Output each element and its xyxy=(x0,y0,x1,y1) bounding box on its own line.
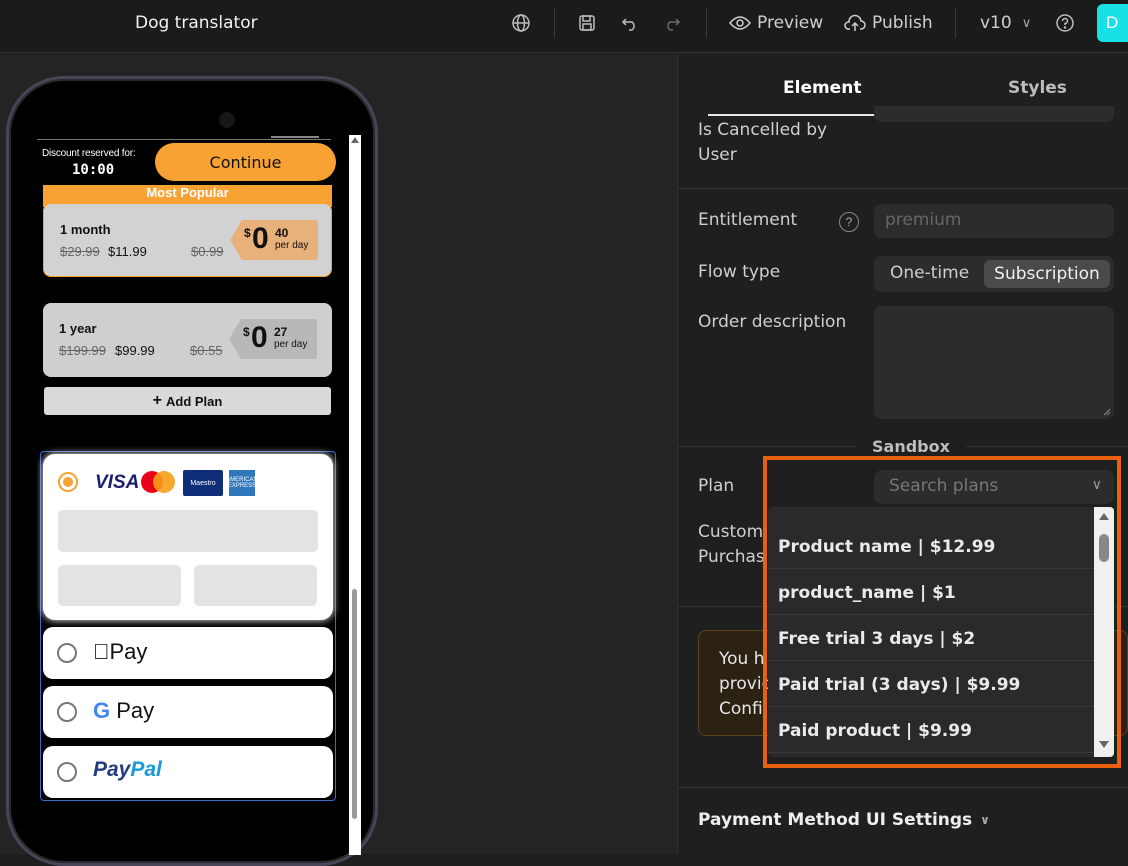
card-expiry-field[interactable] xyxy=(58,565,181,606)
apple-pay-option[interactable]: Pay xyxy=(43,627,333,679)
plan-old-price: $199.99 xyxy=(59,343,106,358)
globe-icon[interactable] xyxy=(510,12,532,34)
card-cvc-field[interactable] xyxy=(194,565,317,606)
continue-button[interactable]: Continue xyxy=(155,143,336,181)
redo-icon[interactable] xyxy=(661,12,683,34)
preview-button[interactable]: Preview xyxy=(729,11,823,35)
resize-handle-icon xyxy=(1103,408,1111,416)
phone-screen: Discount reserved for: 10:00 Continue Mo… xyxy=(37,135,367,855)
apple-icon:  xyxy=(93,639,110,664)
price-whole: 0 xyxy=(252,222,269,255)
price-per-day: per day xyxy=(275,240,309,251)
plan-card-yearly[interactable]: 1 year $199.99 $99.99 $0.55 $ 0 27 per d… xyxy=(43,303,332,377)
sandbox-section-label: Sandbox xyxy=(856,437,966,456)
help-icon[interactable]: ? xyxy=(839,212,859,232)
flow-option-one-time[interactable]: One-time xyxy=(890,263,969,283)
divider xyxy=(678,188,1128,189)
toolbar-divider xyxy=(554,8,555,38)
visa-logo-icon: VISA xyxy=(95,472,140,493)
add-plan-button[interactable]: + Add Plan xyxy=(44,387,331,415)
paypal-logo: PayPal xyxy=(93,758,162,781)
help-icon[interactable] xyxy=(1054,12,1076,34)
plan-old-price: $29.99 xyxy=(60,244,100,259)
cloud-upload-icon xyxy=(844,14,866,31)
undo-icon[interactable] xyxy=(619,12,641,34)
phone-frame: Discount reserved for: 10:00 Continue Mo… xyxy=(6,76,378,866)
price-whole: 0 xyxy=(251,321,268,354)
tab-styles[interactable]: Styles xyxy=(1008,78,1067,98)
version-label: v10 xyxy=(980,13,1012,33)
tab-element[interactable]: Element xyxy=(783,78,861,98)
version-select[interactable]: v10 ∨ xyxy=(980,11,1031,35)
phone-scrollbar[interactable] xyxy=(349,135,361,855)
payment-method-ui-settings-toggle[interactable]: Payment Method UI Settings ∨ xyxy=(698,810,990,830)
google-pay-radio[interactable] xyxy=(57,702,77,722)
price-tag: $ 0 40 per day xyxy=(230,220,318,260)
price-per-day: per day xyxy=(274,339,308,350)
add-plan-label: Add Plan xyxy=(166,393,223,409)
price-cents: 27 xyxy=(274,325,288,339)
divider xyxy=(678,787,1128,788)
entitlement-label: Entitlement xyxy=(698,210,798,230)
eye-icon xyxy=(729,16,751,30)
amex-logo-icon: AMERICAN EXPRESS xyxy=(226,470,258,496)
avatar[interactable]: D xyxy=(1097,4,1128,42)
google-g-icon: G xyxy=(93,698,111,723)
top-bar: Dog translator Preview Publish v10 ∨ D xyxy=(0,0,1128,53)
plan-label: Plan xyxy=(698,476,735,496)
apple-pay-logo: Pay xyxy=(93,639,147,664)
preview-label: Preview xyxy=(757,13,824,33)
plan-card-monthly[interactable]: 1 month $29.99 $11.99 $0.99 $ 0 40 per d… xyxy=(43,203,332,277)
plan-name: 1 month xyxy=(60,222,111,237)
header-divider xyxy=(37,139,331,140)
payment-methods-block[interactable]: VISA Maestro AMERICAN EXPRESS Pay G Pay xyxy=(40,451,336,801)
price-cents: 40 xyxy=(275,226,289,240)
price-currency: $ xyxy=(244,226,251,240)
discount-timer: 10:00 xyxy=(72,162,115,178)
header-handle xyxy=(271,136,319,138)
plan-price: $11.99 xyxy=(108,244,147,259)
price-currency: $ xyxy=(243,325,250,339)
entitlement-input[interactable]: premium xyxy=(874,204,1114,238)
phone-camera xyxy=(219,112,235,128)
plus-icon: + xyxy=(152,392,162,409)
publish-button[interactable]: Publish xyxy=(844,11,933,35)
toolbar-divider xyxy=(955,8,956,38)
chevron-down-icon: ∨ xyxy=(980,813,990,827)
editor-canvas: Discount reserved for: 10:00 Continue Mo… xyxy=(0,54,677,866)
card-radio[interactable] xyxy=(58,472,78,492)
publish-label: Publish xyxy=(872,13,933,33)
plan-name: 1 year xyxy=(59,321,97,336)
highlight-box xyxy=(763,456,1121,768)
price-tag: $ 0 27 per day xyxy=(229,319,317,359)
plan-price: $99.99 xyxy=(115,343,155,358)
plan-old-per-day: $0.55 xyxy=(190,343,223,358)
is-cancelled-field[interactable] xyxy=(874,106,1114,122)
apple-pay-radio[interactable] xyxy=(57,643,77,663)
app-title: Dog translator xyxy=(135,13,258,33)
google-pay-logo: G Pay xyxy=(93,698,155,723)
is-cancelled-label: Is Cancelled by User xyxy=(698,120,828,165)
chevron-down-icon: ∨ xyxy=(1021,15,1032,31)
flow-option-subscription[interactable]: Subscription xyxy=(984,260,1110,288)
paypal-option[interactable]: PayPal xyxy=(43,746,333,798)
discount-label: Discount reserved for: xyxy=(42,148,136,159)
card-payment-option[interactable]: VISA Maestro AMERICAN EXPRESS xyxy=(43,454,333,620)
maestro-logo-icon: Maestro xyxy=(183,470,223,496)
paypal-radio[interactable] xyxy=(57,762,77,782)
toolbar-divider xyxy=(706,8,707,38)
order-description-textarea[interactable] xyxy=(874,306,1114,419)
flow-type-toggle[interactable]: One-time Subscription xyxy=(874,256,1114,292)
google-pay-option[interactable]: G Pay xyxy=(43,686,333,738)
flow-type-label: Flow type xyxy=(698,262,781,282)
card-number-field[interactable] xyxy=(58,510,318,552)
custom-purchase-label: Custom Purchas xyxy=(698,522,765,567)
mastercard-logo-icon xyxy=(141,471,177,495)
order-description-label: Order description xyxy=(698,312,847,332)
plan-old-per-day: $0.99 xyxy=(191,244,224,259)
save-icon[interactable] xyxy=(576,12,598,34)
